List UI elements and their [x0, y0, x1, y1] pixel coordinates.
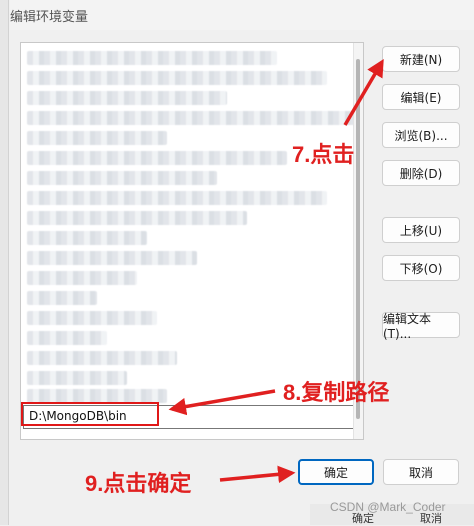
arrow-to-new-button: [343, 58, 384, 126]
arrow-to-ok-button: [219, 465, 296, 484]
annotation-arrows: [168, 58, 384, 484]
csdn-watermark: CSDN @Mark_Coder: [330, 500, 446, 514]
arrow-to-path-row: [168, 389, 276, 416]
